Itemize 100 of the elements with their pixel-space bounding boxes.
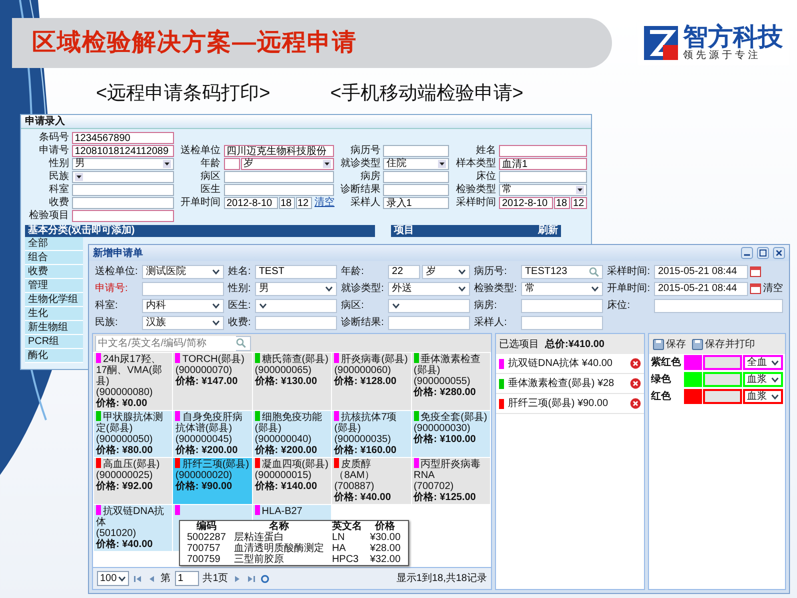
field-label: 民族 [48, 171, 69, 183]
field-label: 性别: [228, 282, 251, 296]
test-name: 肝炎病毒(郧县) [341, 354, 408, 365]
panel-title: 项目 [394, 225, 414, 237]
field-label: 样本类型 [455, 158, 496, 170]
column-header: 价格 [374, 521, 396, 532]
test-name: 甲状腺抗体测定(郧县) [96, 412, 163, 434]
test-code: (900000040) [254, 434, 313, 445]
field-label: 检验类型 [455, 184, 496, 196]
test-code: (900000060) [334, 365, 392, 376]
window-title: 新增申请单 [93, 246, 143, 260]
test-code: (900000045) [175, 434, 234, 445]
test-name: 自身免疫肝病抗体谱(郧县) [175, 412, 242, 434]
test-code: (900000015) [254, 470, 313, 481]
test-code: (700702) [414, 481, 455, 492]
tube-color-label: 紫红色 [651, 356, 682, 370]
test-price: 价格: ¥140.00 [254, 481, 318, 492]
test-price: 价格: ¥92.00 [96, 481, 154, 492]
test-price: 价格: ¥160.00 [334, 445, 398, 456]
test-code: (900000020) [175, 470, 234, 481]
test-name: 肝纤三项(郧县) [182, 459, 250, 470]
table-cell-text: LN [330, 532, 346, 543]
table-cell-text: HA [330, 543, 347, 554]
field-label: 姓名 [475, 145, 496, 157]
field-label: 病历号 [349, 145, 380, 157]
logo-tagline: 领先源于专注 [683, 50, 762, 62]
field-label: 检验类型: [474, 282, 517, 296]
field-label: 采样时间 [455, 197, 496, 209]
field-label: 医生 [200, 184, 220, 196]
tube-color-label: 红色 [651, 390, 672, 404]
test-code: (900000065) [254, 365, 313, 376]
test-price: 价格: ¥40.00 [334, 492, 392, 503]
field-label: 采样时间: [607, 264, 650, 279]
test-price: 价格: ¥130.00 [254, 376, 318, 387]
table-cell-text: 血清透明质酸酶测定 [232, 543, 325, 554]
field-label: 送检单位 [180, 145, 220, 157]
section-heading: <手机移动端检验申请> [330, 82, 524, 106]
test-code: (501020) [96, 528, 138, 539]
field-label: 民族: [95, 316, 119, 330]
window-title: 申请录入 [21, 115, 591, 129]
test-code: (900000035) [334, 434, 392, 445]
field-label: 病区 [200, 171, 220, 183]
field-label: 医生: [228, 298, 251, 313]
table-cell-text: 700759 [186, 554, 222, 565]
test-code: (900000080) [96, 387, 154, 398]
selected-item-text: 抗双链DNA抗体 ¥40.00 [508, 356, 614, 371]
test-price: 价格: ¥200.00 [254, 445, 318, 456]
test-name: 免疫全套(郧县) [420, 412, 488, 423]
field-label: 病区: [341, 298, 365, 313]
field-label: 就诊类型 [339, 158, 380, 170]
test-name: HLA-B27 [262, 506, 302, 517]
field-label: 申请号: [95, 282, 129, 296]
table-cell: 层粘连蛋白 [230, 532, 328, 543]
selected-item-text: 垂体激素检查(郧县) ¥28 [508, 376, 616, 391]
column-header: 名称 [230, 521, 328, 532]
field-label: 条码号 [38, 132, 69, 144]
panel-header: 基本分类(双击即可添加) [25, 225, 375, 237]
page-total: 共1页 [202, 572, 228, 586]
field-label: 开单时间: [607, 282, 650, 296]
test-name: 抗核抗体7项(郧县) [334, 412, 397, 434]
table-cell-text: 5002287 [186, 532, 227, 543]
field-label: 就诊类型: [341, 282, 384, 296]
test-price: 价格: ¥128.00 [334, 376, 398, 387]
test-name: TORCH(郧县) [182, 354, 244, 365]
field-label: 诊断结果: [341, 316, 384, 330]
column-header: 英文名 [330, 521, 363, 532]
column-header: 编码 [195, 521, 218, 532]
page-label: 第 [160, 572, 171, 586]
table-cell-text: HPC3 [330, 554, 360, 565]
test-code: (900000025) [96, 470, 154, 481]
field-label: 床位 [475, 171, 496, 183]
section-heading: <远程申请条码打印> [96, 82, 270, 106]
field-label: 采样人: [474, 316, 508, 330]
field-label: 送检单位: [95, 264, 138, 279]
field-label: 年龄: [341, 264, 365, 279]
test-name: 高血压(郧县) [103, 459, 160, 470]
field-label: 床位: [607, 298, 631, 313]
test-code: (900000070) [175, 365, 234, 376]
field-label: 收费: [228, 316, 251, 330]
test-code: (900000055) [414, 376, 472, 387]
field-label: 科室: [95, 298, 119, 313]
field-label: 病房: [474, 298, 498, 313]
selected-item-text: 肝纤三项(郧县) ¥90.00 [508, 397, 610, 411]
field-label: 诊断结果 [339, 184, 380, 196]
test-price: 价格: ¥125.00 [414, 492, 477, 503]
test-name: 细胞免疫功能(郧县) [254, 412, 322, 434]
field-label: 开单时间 [180, 197, 220, 209]
test-name: 垂体激素检查(郧县) [414, 354, 481, 376]
table-cell-text: 三型前胶原 [232, 554, 285, 565]
table-cell-text: ¥32.00 [368, 554, 402, 565]
field-label: 病历号: [474, 264, 508, 279]
test-price: 价格: ¥100.00 [414, 434, 477, 445]
field-label: 年龄 [200, 158, 220, 170]
field-label: 科室 [48, 184, 69, 196]
logo-text: 智方科技 [683, 24, 783, 50]
panel-title: 已选项目 [499, 338, 539, 352]
test-price: 价格: ¥80.00 [96, 445, 154, 456]
field-label: 病房 [359, 171, 380, 183]
slide-title: 区域检验解决方案—远程申请 [32, 28, 357, 58]
field-label: 收费 [48, 197, 69, 209]
